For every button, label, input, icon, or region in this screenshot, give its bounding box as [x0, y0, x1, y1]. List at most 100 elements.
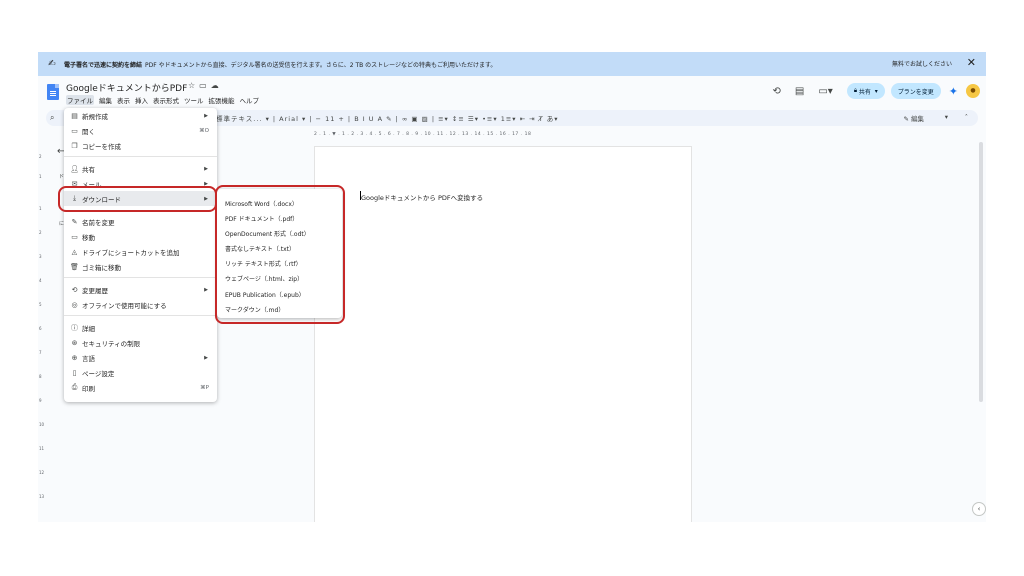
- align-icon[interactable]: ≡▾: [438, 115, 449, 123]
- menu-item-history[interactable]: ⟲ 変更履歴 ▶: [64, 282, 217, 297]
- menu-view[interactable]: 表示: [117, 95, 130, 105]
- menu-item-page-setup[interactable]: ▯ ページ設定: [64, 365, 217, 380]
- menu-item-label: ページ設定: [82, 369, 115, 378]
- image-icon[interactable]: ▨: [422, 115, 429, 123]
- menu-insert[interactable]: 挿入: [135, 95, 148, 105]
- chevron-right-icon: ▶: [204, 354, 208, 361]
- close-icon[interactable]: ✕: [967, 56, 976, 69]
- numbered-list-icon[interactable]: 1≡▾: [501, 115, 517, 123]
- underline-icon[interactable]: U: [369, 115, 375, 123]
- insert-comment-icon[interactable]: ▣: [411, 115, 418, 123]
- meet-icon[interactable]: ▭▾: [818, 86, 832, 97]
- doc-body-text[interactable]: Googleドキュメントから PDFへ変換する: [359, 191, 483, 202]
- person-add-icon: 👤︎: [70, 164, 79, 173]
- style-select[interactable]: 標準テキス...: [216, 115, 263, 123]
- menu-file[interactable]: ファイル: [66, 95, 94, 105]
- link-icon[interactable]: ∞: [402, 115, 408, 123]
- doc-title[interactable]: GoogleドキュメントからPDF: [66, 81, 187, 94]
- line-spacing-icon[interactable]: ↕≡: [452, 115, 465, 123]
- menu-item-print[interactable]: ⎙ 印刷 ⌘P: [64, 380, 217, 395]
- gemini-icon[interactable]: ✦: [949, 85, 958, 98]
- search-icon[interactable]: ⌕: [50, 113, 54, 123]
- checklist-icon[interactable]: ☰▾: [468, 115, 479, 123]
- input-tools-icon[interactable]: あ▾: [547, 115, 559, 123]
- font-size-field[interactable]: 11: [325, 115, 335, 123]
- menu-tools[interactable]: ツール: [184, 95, 204, 105]
- shortcut-label: ⌘O: [199, 127, 209, 134]
- clear-format-icon[interactable]: T̸: [539, 115, 544, 123]
- menu-item-label: 言語: [82, 354, 95, 363]
- docs-logo-icon[interactable]: [47, 84, 59, 100]
- menu-item-label: コピーを作成: [82, 142, 121, 151]
- menu-item-label: 詳細: [82, 324, 95, 333]
- bold-icon[interactable]: B: [354, 115, 359, 123]
- highlight-download-submenu: [215, 185, 345, 324]
- change-plan-button[interactable]: プランを変更: [890, 83, 941, 99]
- shortcut-label: ⌘P: [200, 384, 209, 391]
- scrollbar[interactable]: [979, 142, 983, 402]
- docs-window: ✍ 電子署名で迅速に契約を締結 PDF やドキュメントから直接、デジタル署名の送…: [38, 52, 986, 522]
- banner-bold-text: 電子署名で迅速に契約を締結: [64, 61, 143, 69]
- side-panel-toggle[interactable]: ‹: [972, 502, 986, 516]
- move-folder-icon: ▭: [71, 232, 78, 241]
- avatar[interactable]: ●: [966, 84, 980, 98]
- divider: [64, 277, 217, 278]
- bullet-list-icon[interactable]: •≡▾: [482, 115, 498, 123]
- menu-item-language[interactable]: ⊕ 言語 ▶: [64, 350, 217, 365]
- menu-extensions[interactable]: 拡張機能: [209, 95, 235, 105]
- menu-item-move[interactable]: ▭ 移動: [64, 229, 217, 244]
- menu-item-open[interactable]: ▭ 開く ⌘O: [64, 123, 217, 138]
- indent-increase-icon[interactable]: ⇥: [529, 115, 535, 123]
- menu-item-rename[interactable]: ✎ 名前を変更: [64, 214, 217, 229]
- history-icon: ⟲: [71, 285, 78, 294]
- menu-item-add-shortcut[interactable]: ◬ ドライブにショートカットを追加: [64, 244, 217, 259]
- menu-item-trash[interactable]: 🗑︎ ゴミ箱に移動: [64, 259, 217, 274]
- divider: [64, 156, 217, 157]
- menu-item-label: ゴミ箱に移動: [82, 263, 121, 272]
- globe-icon: ⊕: [71, 353, 78, 362]
- document-icon: ▤: [71, 111, 78, 120]
- menu-item-share[interactable]: 👤︎ 共有 ▶: [64, 161, 217, 176]
- edit-label: 編集: [911, 115, 924, 123]
- menu-item-security[interactable]: ⊛ セキュリティの制限: [64, 335, 217, 350]
- chevron-down-icon[interactable]: ▾: [945, 113, 948, 121]
- italic-icon[interactable]: I: [363, 115, 366, 123]
- indent-decrease-icon[interactable]: ⇤: [520, 115, 526, 123]
- pencil-icon: ✎: [71, 217, 78, 226]
- trash-icon: 🗑︎: [70, 262, 79, 271]
- menu-item-details[interactable]: ⓘ 詳細: [64, 320, 217, 335]
- menu-format[interactable]: 表示形式: [153, 95, 179, 105]
- menu-help[interactable]: ヘルプ: [240, 95, 260, 105]
- menu-item-new[interactable]: ▤ 新規作成 ▶: [64, 108, 217, 123]
- star-icon[interactable]: ☆: [188, 81, 199, 90]
- menu-edit[interactable]: 編集: [99, 95, 112, 105]
- comment-icon[interactable]: ▤: [795, 86, 804, 97]
- menu-item-offline[interactable]: ◎ オフラインで使用可能にする: [64, 297, 217, 312]
- edit-mode-select[interactable]: ✎ 編集: [903, 113, 924, 123]
- drive-shortcut-icon: ◬: [71, 247, 78, 256]
- share-label: 共有: [858, 88, 871, 96]
- divider: [64, 315, 217, 316]
- header-actions: ⟲ ▤ ▭▾ 🔒︎ 共有 ▾ プランを変更 ✦ ●: [773, 80, 987, 102]
- menu-item-copy[interactable]: ❐ コピーを作成: [64, 138, 217, 153]
- cloud-icon[interactable]: ☁: [211, 81, 223, 90]
- highlight-icon[interactable]: ✎: [386, 115, 392, 123]
- vertical-ruler[interactable]: 2112 3456 7 8 9 10 11 12 13: [38, 144, 44, 522]
- share-button[interactable]: 🔒︎ 共有 ▾: [846, 83, 885, 99]
- text-color-icon[interactable]: A: [378, 115, 383, 123]
- chevron-right-icon: ▶: [204, 286, 208, 293]
- document-page[interactable]: Googleドキュメントから PDFへ変換する: [314, 146, 692, 522]
- history-icon[interactable]: ⟲: [773, 86, 781, 97]
- chevron-up-icon[interactable]: ˄: [965, 113, 968, 121]
- horizontal-ruler[interactable]: 2 . 1 . ▼ . 1 . 2 . 3 . 4 . 5 . 6 . 7 . …: [314, 132, 692, 139]
- title-icons: ☆▭☁: [188, 81, 223, 90]
- chevron-right-icon: ▶: [204, 165, 208, 172]
- menu-item-label: 移動: [82, 233, 95, 242]
- font-select[interactable]: Arial: [279, 115, 299, 123]
- folder-icon[interactable]: ▭: [199, 81, 211, 90]
- trial-link[interactable]: 無料でお試しください: [892, 59, 952, 68]
- folder-icon: ▭: [71, 126, 78, 135]
- chevron-right-icon: ▶: [204, 112, 208, 119]
- title-bar: GoogleドキュメントからPDF ☆▭☁ ファイル 編集 表示 挿入 表示形式…: [38, 76, 986, 108]
- file-menu: ▤ 新規作成 ▶ ▭ 開く ⌘O ❐ コピーを作成 👤︎ 共有 ▶ ✉ メール …: [64, 108, 217, 402]
